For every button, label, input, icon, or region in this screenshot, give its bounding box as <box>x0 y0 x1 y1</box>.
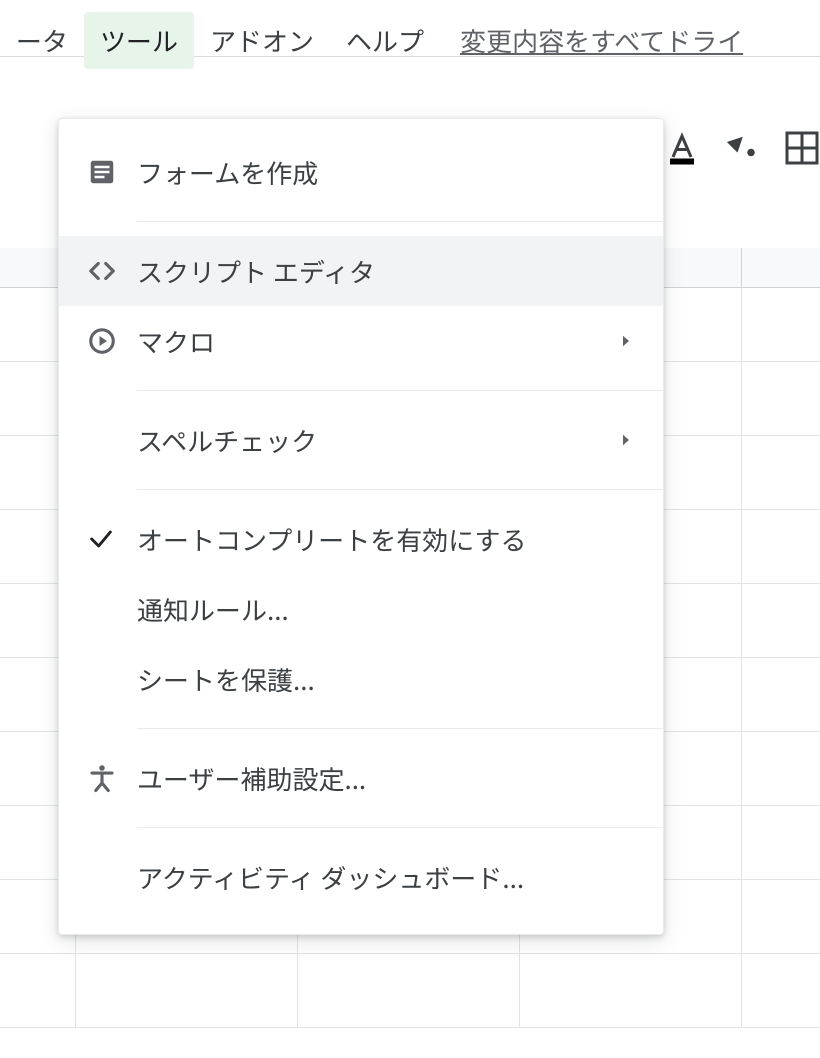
menu-item-accessibility[interactable]: ユーザー補助設定... <box>59 743 663 813</box>
submenu-arrow-icon <box>617 431 635 449</box>
menu-item-label: フォームを作成 <box>137 154 635 191</box>
form-icon <box>87 157 137 187</box>
menu-item-notification-rules[interactable]: 通知ルール... <box>59 574 663 644</box>
check-icon <box>87 525 137 553</box>
fill-color-icon[interactable] <box>724 130 760 166</box>
text-color-icon[interactable] <box>664 130 700 166</box>
menu-item-spellcheck[interactable]: スペルチェック <box>59 405 663 475</box>
save-status-link[interactable]: 変更内容をすべてドライ <box>460 22 743 59</box>
menu-item-script-editor[interactable]: スクリプト エディタ <box>59 236 663 306</box>
menu-item-macros[interactable]: マクロ <box>59 306 663 376</box>
code-icon <box>87 256 137 286</box>
accessibility-icon <box>87 763 137 793</box>
menu-item-label: シートを保護... <box>137 661 635 698</box>
menu-item-protect-sheet[interactable]: シートを保護... <box>59 644 663 714</box>
menu-item-label: 通知ルール... <box>137 591 635 628</box>
menu-separator <box>137 489 663 490</box>
menubar: ータ ツール アドオン ヘルプ 変更内容をすべてドライ <box>0 0 820 57</box>
menu-separator <box>137 390 663 391</box>
borders-icon[interactable] <box>784 130 820 166</box>
menu-item-label: ユーザー補助設定... <box>137 760 635 797</box>
menu-item-create-form[interactable]: フォームを作成 <box>59 137 663 207</box>
menu-item-label: アクティビティ ダッシュボード... <box>137 859 635 896</box>
tools-dropdown: フォームを作成 スクリプト エディタ マクロ スペルチェック <box>58 118 664 935</box>
menu-item-label: スクリプト エディタ <box>137 253 635 290</box>
menu-item-activity-dashboard[interactable]: アクティビティ ダッシュボード... <box>59 842 663 912</box>
menu-tools[interactable]: ツール <box>84 12 194 69</box>
menu-separator <box>137 728 663 729</box>
menu-item-autocomplete[interactable]: オートコンプリートを有効にする <box>59 504 663 574</box>
menu-data[interactable]: ータ <box>0 12 84 69</box>
menu-item-label: マクロ <box>137 323 617 360</box>
play-circle-icon <box>87 326 137 356</box>
menu-separator <box>137 221 663 222</box>
menu-addons[interactable]: アドオン <box>194 12 330 69</box>
menu-separator <box>137 827 663 828</box>
toolbar-partial <box>664 130 820 166</box>
menu-item-label: オートコンプリートを有効にする <box>137 521 635 558</box>
menu-item-label: スペルチェック <box>137 422 617 459</box>
menu-help[interactable]: ヘルプ <box>330 12 440 69</box>
submenu-arrow-icon <box>617 332 635 350</box>
